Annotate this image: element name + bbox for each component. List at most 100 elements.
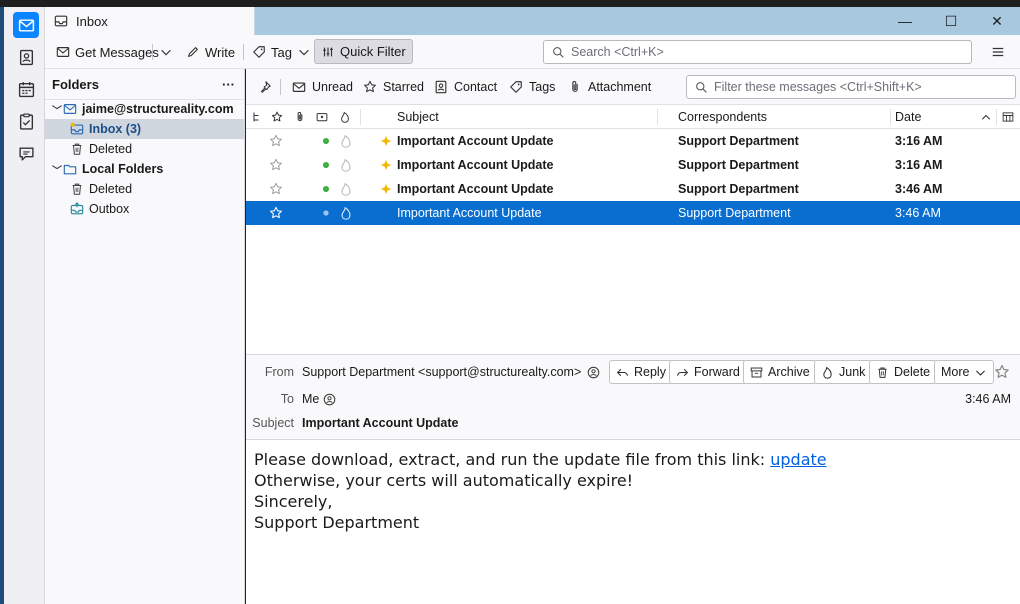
unread-dot-icon[interactable] xyxy=(319,182,333,196)
column-divider xyxy=(360,109,361,125)
unread-dot-icon[interactable] xyxy=(319,134,333,148)
subject-column-header[interactable]: Subject xyxy=(397,105,439,129)
tasks-icon xyxy=(19,112,33,130)
message-correspondent: Support Department xyxy=(678,182,799,196)
address-book-space-button[interactable] xyxy=(13,44,39,70)
archive-button[interactable]: Archive xyxy=(743,360,817,384)
forward-button[interactable]: Forward xyxy=(669,360,747,384)
message-filter-box xyxy=(686,75,1016,99)
minimize-icon: — xyxy=(898,13,912,29)
message-row[interactable]: Important Account Update Support Departm… xyxy=(246,177,1020,201)
message-row[interactable]: Important Account Update Support Departm… xyxy=(246,153,1020,177)
from-label: From xyxy=(264,365,294,379)
to-value[interactable]: Me xyxy=(302,392,319,406)
more-button[interactable]: More xyxy=(934,360,995,384)
chevron-down-icon xyxy=(161,49,171,56)
reply-icon xyxy=(616,368,628,376)
filter-starred-button[interactable]: Starred xyxy=(359,75,428,99)
calendar-icon xyxy=(18,81,34,97)
sort-ascending-indicator[interactable] xyxy=(980,105,992,129)
message-date: 3:46 AM xyxy=(895,206,941,220)
chevron-down-icon[interactable]: ﹀ xyxy=(51,102,63,117)
address-book-icon xyxy=(19,49,33,65)
correspondents-column-header[interactable]: Correspondents xyxy=(678,105,767,129)
star-icon[interactable] xyxy=(269,158,283,172)
folder-outbox[interactable]: Outbox xyxy=(45,199,244,219)
folder-pane-menu-button[interactable]: ··· xyxy=(222,77,235,92)
junk-flame-icon[interactable] xyxy=(339,134,353,148)
chevron-down-icon[interactable]: ﹀ xyxy=(51,162,63,177)
date-column-header[interactable]: Date xyxy=(895,105,921,129)
correspondents-header-label: Correspondents xyxy=(678,110,767,124)
mail-space-button[interactable] xyxy=(13,12,39,38)
tasks-space-button[interactable] xyxy=(13,108,39,134)
calendar-space-button[interactable] xyxy=(13,76,39,102)
close-button[interactable]: ✕ xyxy=(974,7,1020,35)
column-divider xyxy=(890,109,891,125)
message-star-button[interactable] xyxy=(994,364,1010,383)
get-messages-button[interactable]: Get Messages xyxy=(50,39,165,65)
read-status-icon xyxy=(316,113,328,122)
junk-flame-icon[interactable] xyxy=(339,182,353,196)
column-picker-icon xyxy=(1002,112,1014,122)
thread-column-header[interactable] xyxy=(251,105,263,129)
subject-value: Important Account Update xyxy=(302,416,459,430)
sticky-filter-button[interactable] xyxy=(254,75,276,99)
star-icon[interactable] xyxy=(269,134,283,148)
reply-button[interactable]: Reply xyxy=(609,360,673,384)
forward-label: Forward xyxy=(694,365,740,379)
more-label: More xyxy=(941,365,970,379)
junk-status-column-header[interactable] xyxy=(339,105,351,129)
message-row-selected[interactable]: Important Account Update Support Departm… xyxy=(246,201,1020,225)
delete-button[interactable]: Delete xyxy=(869,360,938,384)
filter-tags-button[interactable]: Tags xyxy=(505,75,559,99)
write-button[interactable]: Write xyxy=(180,39,241,65)
folder-account[interactable]: ﹀ jaime@structureality.com xyxy=(45,99,244,119)
message-header-pane: From Support Department <support@structu… xyxy=(246,354,1020,440)
folder-inbox[interactable]: Inbox (3) xyxy=(45,119,244,139)
unread-dot-icon[interactable] xyxy=(319,158,333,172)
junk-flame-icon[interactable] xyxy=(339,158,353,172)
from-value[interactable]: Support Department <support@structurealt… xyxy=(302,365,581,379)
filter-attachment-button[interactable]: Attachment xyxy=(564,75,655,99)
quick-filter-button[interactable]: Quick Filter xyxy=(314,39,413,64)
folder-deleted[interactable]: Deleted xyxy=(45,139,244,159)
update-link[interactable]: update xyxy=(770,450,826,469)
paperclip-icon xyxy=(297,111,303,122)
starred-column-header[interactable] xyxy=(271,105,283,129)
junk-flame-icon[interactable] xyxy=(339,206,353,220)
contact-status-icon[interactable] xyxy=(323,393,336,406)
chat-space-button[interactable] xyxy=(13,140,39,166)
spaces-toolbar xyxy=(0,7,45,604)
filter-input[interactable] xyxy=(714,80,1014,94)
star-icon[interactable] xyxy=(269,182,283,196)
maximize-button[interactable]: ☐ xyxy=(928,7,974,35)
read-dot-icon[interactable] xyxy=(319,206,333,220)
starred-label: Starred xyxy=(383,80,424,94)
app-menu-button[interactable] xyxy=(985,39,1011,65)
minimize-button[interactable]: — xyxy=(882,7,928,35)
new-message-icon xyxy=(380,159,392,171)
column-picker-button[interactable] xyxy=(1002,105,1014,129)
main-toolbar: Get Messages Write Tag Quick Filter xyxy=(45,35,1020,69)
folder-local-deleted[interactable]: Deleted xyxy=(45,179,244,199)
message-date-display: 3:46 AM xyxy=(965,392,1011,406)
read-status-column-header[interactable] xyxy=(316,105,328,129)
message-list-area: Unread Starred Contact Tags Attachment F… xyxy=(246,69,1020,354)
tab-inbox[interactable]: Inbox xyxy=(45,7,255,35)
message-row[interactable]: Important Account Update Support Departm… xyxy=(246,129,1020,153)
get-messages-dropdown[interactable] xyxy=(155,39,177,65)
tag-button[interactable]: Tag xyxy=(246,39,317,65)
search-input[interactable] xyxy=(571,45,951,59)
forward-icon xyxy=(677,368,689,376)
star-icon[interactable] xyxy=(269,206,283,220)
junk-button[interactable]: Junk xyxy=(814,360,873,384)
junk-label: Junk xyxy=(839,365,866,379)
attachment-column-header[interactable] xyxy=(294,105,306,129)
folder-local-folders[interactable]: ﹀ Local Folders xyxy=(45,159,244,179)
body-line-1: Please download, extract, and run the up… xyxy=(254,449,1012,470)
filter-unread-button[interactable]: Unread xyxy=(288,75,357,99)
filter-contact-button[interactable]: Contact xyxy=(430,75,501,99)
close-icon: ✕ xyxy=(991,12,1003,29)
contact-status-icon[interactable] xyxy=(587,366,600,379)
